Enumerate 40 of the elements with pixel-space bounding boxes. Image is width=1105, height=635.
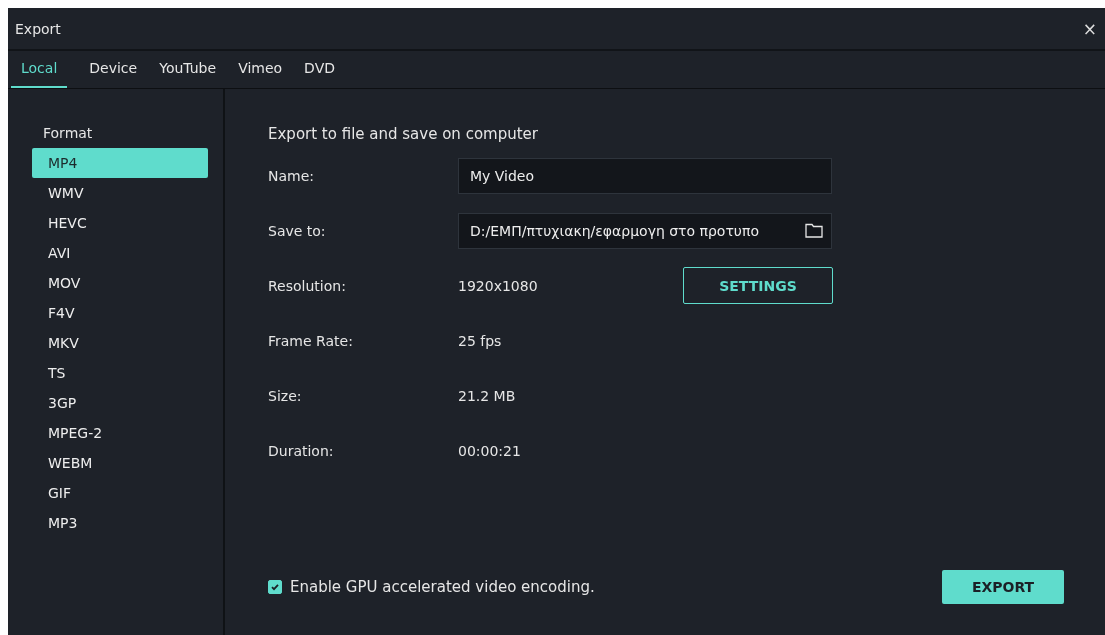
section-heading: Export to file and save on computer [268, 125, 539, 143]
field-label: Size: [268, 387, 303, 404]
tab[interactable]: Vimeo [238, 56, 283, 88]
format-item[interactable]: MOV [32, 268, 208, 298]
field-value: 25 fps [458, 332, 503, 349]
export-button[interactable]: EXPORT [942, 570, 1064, 604]
format-item[interactable]: WEBM [32, 448, 208, 478]
gpu-checkbox[interactable] [268, 580, 282, 594]
format-item[interactable]: WMV [32, 178, 208, 208]
gpu-label: Enable GPU accelerated video encoding. [290, 578, 596, 596]
field-value: 21.2 MB [458, 387, 517, 404]
settings-button[interactable]: SETTINGS [683, 267, 833, 304]
field-value: 00:00:21 [458, 442, 522, 459]
format-item[interactable]: F4V [32, 298, 208, 328]
window-title: Export [14, 20, 61, 37]
close-button[interactable]: × [1074, 18, 1105, 39]
format-item[interactable]: MPEG-2 [32, 418, 208, 448]
format-item[interactable]: GIF [32, 478, 208, 508]
tab[interactable]: Local [11, 56, 68, 88]
field-value: 1920x1080 [458, 277, 539, 294]
format-item[interactable]: MKV [32, 328, 208, 358]
field-label: Frame Rate: [268, 332, 354, 349]
check-icon [270, 582, 280, 592]
field-label: Resolution: [268, 277, 347, 294]
format-item[interactable]: AVI [32, 238, 208, 268]
field-label: Name: [268, 167, 316, 184]
format-item[interactable]: MP3 [32, 508, 208, 538]
field-label: Save to: [268, 222, 327, 239]
name-field[interactable]: My Video [458, 157, 832, 194]
tab[interactable]: DVD [304, 56, 335, 88]
path-field[interactable]: D:/ΕΜΠ/πτυχιακη/εφαρμογη στο προτυπο [458, 212, 832, 249]
folder-icon[interactable] [805, 223, 823, 238]
format-item[interactable]: 3GP [32, 388, 208, 418]
format-item[interactable]: MP4 [32, 148, 208, 178]
field-label: Duration: [268, 442, 335, 459]
format-heading: Format [42, 125, 94, 141]
tab[interactable]: YouTube [159, 56, 217, 88]
format-item[interactable]: HEVC [32, 208, 208, 238]
tab[interactable]: Device [89, 56, 138, 88]
format-item[interactable]: TS [32, 358, 208, 388]
